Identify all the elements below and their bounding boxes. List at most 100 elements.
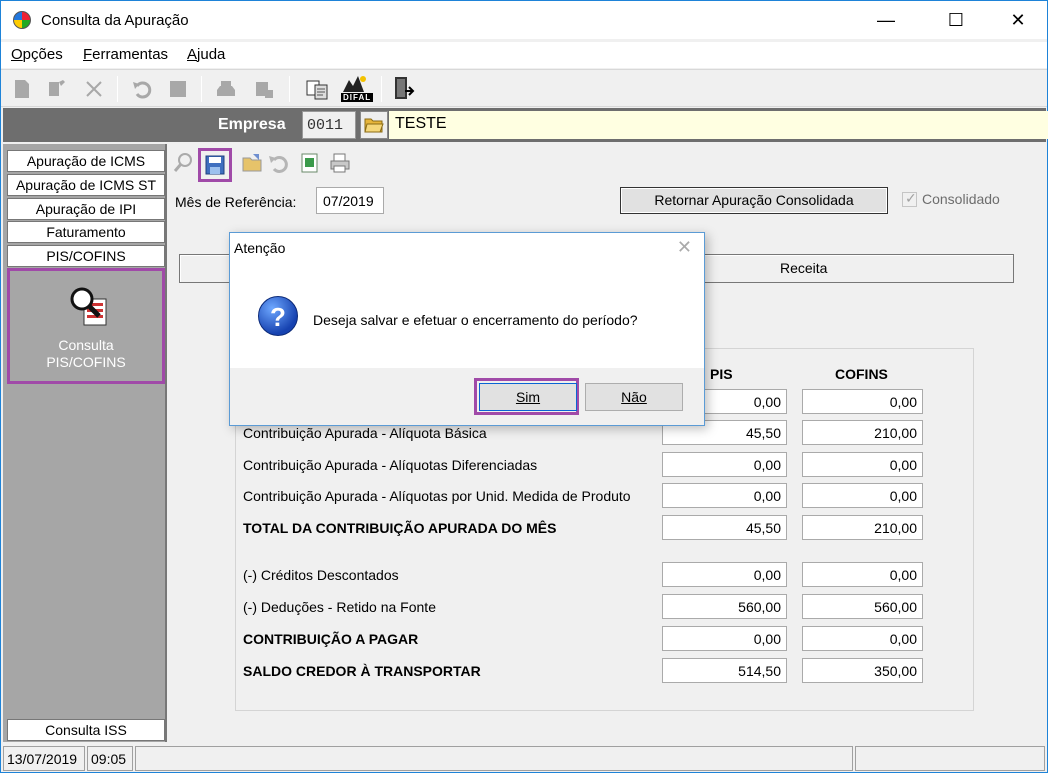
toolbar-separator — [289, 76, 290, 102]
title-bar: Consulta da Apuração — ☐ ✕ — [1, 1, 1047, 39]
dialog-no-label: Não — [621, 389, 647, 405]
toolbar-separator — [117, 76, 118, 102]
menu-opcoes[interactable]: Opções — [11, 46, 63, 63]
cofins-value-field[interactable]: 0,00 — [802, 483, 923, 508]
empresa-bar: Empresa 0011 TESTE — [3, 108, 1048, 142]
menu-ferramentas-label: erramentas — [92, 46, 169, 63]
undo-icon[interactable] — [131, 78, 153, 100]
consulta-pis-cofins-label: Consulta PIS/COFINS — [10, 337, 162, 371]
print-icon[interactable] — [215, 78, 237, 100]
consulta-label-line2: PIS/COFINS — [46, 354, 126, 370]
empresa-browse-button[interactable] — [360, 111, 388, 139]
row-label: Contribuição Apurada - Alíquotas Diferen… — [243, 457, 538, 473]
menu-opcoes-accel: O — [11, 46, 23, 63]
sidebar-tab-consulta-iss[interactable]: Consulta ISS — [7, 719, 165, 741]
row-label: (-) Deduções - Retido na Fonte — [243, 599, 436, 615]
dialog-close-icon[interactable]: ✕ — [677, 237, 692, 258]
status-message — [135, 746, 853, 771]
dialog-yes-button[interactable]: Sim — [479, 383, 577, 411]
menu-ajuda-accel: A — [187, 46, 198, 63]
folder-edit-icon[interactable] — [241, 152, 263, 174]
close-button[interactable]: ✕ — [995, 1, 1041, 39]
menu-ajuda-label: juda — [197, 46, 226, 63]
cofins-value-field[interactable]: 0,00 — [802, 626, 923, 651]
pis-value-field[interactable]: 45,50 — [662, 515, 787, 540]
printer-icon[interactable] — [329, 152, 351, 174]
cofins-value-field[interactable]: 560,00 — [802, 594, 923, 619]
menu-ajuda[interactable]: Ajuda — [187, 46, 225, 63]
empresa-name-field: TESTE — [389, 111, 1048, 139]
window-title: Consulta da Apuração — [41, 12, 189, 29]
dialog-yes-label: Sim — [515, 389, 541, 405]
menu-opcoes-label: pções — [22, 46, 63, 63]
row-label: CONTRIBUIÇÃO A PAGAR — [243, 631, 419, 647]
mes-referencia-label: Mês de Referência: — [175, 194, 297, 210]
difal-icon[interactable]: DIFAL — [339, 74, 374, 104]
consulta-pis-cofins-item[interactable]: Consulta PIS/COFINS — [7, 268, 165, 384]
status-extra — [855, 746, 1045, 771]
search-icon[interactable] — [173, 152, 195, 174]
mes-referencia-input[interactable]: 07/2019 — [316, 187, 384, 214]
pis-value-field[interactable]: 514,50 — [662, 658, 787, 683]
sidebar-tab-apuracao-icms-st[interactable]: Apuração de ICMS ST — [7, 174, 165, 196]
sidebar-tab-apuracao-icms[interactable]: Apuração de ICMS — [7, 150, 165, 172]
toolbar-separator — [381, 76, 382, 102]
difal-label: DIFAL — [341, 93, 374, 102]
report-icon[interactable] — [305, 78, 331, 100]
status-time: 09:05 — [87, 746, 133, 771]
exit-icon[interactable] — [393, 75, 417, 103]
pis-value-field[interactable]: 0,00 — [662, 452, 787, 477]
row-label: Contribuição Apurada - Alíquotas por Uni… — [243, 488, 631, 504]
row-label: (-) Créditos Descontados — [243, 567, 399, 583]
cofins-value-field[interactable]: 0,00 — [802, 562, 923, 587]
row-label: Contribuição Apurada - Alíquota Básica — [243, 425, 487, 441]
menu-bar: Opções Ferramentas Ajuda — [1, 42, 1047, 68]
cofins-value-field[interactable]: 210,00 — [802, 420, 923, 445]
empresa-label: Empresa — [218, 116, 286, 133]
magnifier-report-icon — [70, 287, 107, 326]
dialog-title-bar: Atenção ✕ — [230, 233, 704, 263]
undo-icon[interactable] — [267, 152, 289, 174]
print-preview-icon[interactable] — [253, 78, 275, 100]
minimize-button[interactable]: — — [863, 1, 909, 39]
pis-value-field[interactable]: 0,00 — [662, 483, 787, 508]
consolidado-checkbox[interactable]: ✓ — [902, 190, 917, 207]
col-header-pis: PIS — [710, 366, 733, 382]
dialog-no-button[interactable]: Não — [585, 383, 683, 411]
pis-value-field[interactable]: 0,00 — [662, 626, 787, 651]
toolbar-separator — [201, 76, 202, 102]
question-icon: ? — [258, 296, 298, 336]
export-icon[interactable] — [299, 152, 321, 174]
cofins-value-field[interactable]: 350,00 — [802, 658, 923, 683]
consulta-label-line1: Consulta — [58, 337, 114, 353]
sidebar: Apuração de ICMS Apuração de ICMS ST Apu… — [3, 144, 167, 742]
status-bar: 13/07/2019 09:05 — [3, 744, 1046, 772]
edit-icon[interactable] — [45, 78, 67, 100]
checkmark-icon: ✓ — [905, 190, 917, 206]
save-icon[interactable] — [204, 154, 226, 176]
retornar-apuracao-button[interactable]: Retornar Apuração Consolidada — [620, 187, 888, 214]
sidebar-tab-pis-cofins[interactable]: PIS/COFINS — [7, 245, 165, 267]
consolidado-label: Consolidado — [922, 191, 1000, 207]
menu-ferramentas-accel: F — [83, 46, 93, 63]
delete-icon[interactable] — [83, 78, 105, 100]
maximize-button[interactable]: ☐ — [933, 1, 979, 39]
pis-value-field[interactable]: 0,00 — [662, 562, 787, 587]
stop-icon[interactable] — [167, 78, 189, 100]
cofins-value-field[interactable]: 210,00 — [802, 515, 923, 540]
app-icon — [13, 11, 31, 29]
dialog-title: Atenção — [234, 240, 286, 256]
sidebar-tab-apuracao-ipi[interactable]: Apuração de IPI — [7, 198, 165, 220]
pis-value-field[interactable]: 560,00 — [662, 594, 787, 619]
confirm-dialog: Atenção ✕ ? Deseja salvar e efetuar o en… — [229, 232, 705, 426]
row-label: SALDO CREDOR À TRANSPORTAR — [243, 663, 481, 679]
section-receita-label: Receita — [780, 260, 828, 276]
cofins-value-field[interactable]: 0,00 — [802, 452, 923, 477]
menu-ferramentas[interactable]: Ferramentas — [83, 46, 168, 63]
empresa-code-field[interactable]: 0011 — [302, 111, 356, 139]
dialog-message: Deseja salvar e efetuar o encerramento d… — [313, 312, 638, 328]
cofins-value-field[interactable]: 0,00 — [802, 389, 923, 414]
new-icon[interactable] — [11, 78, 33, 100]
sidebar-tab-faturamento[interactable]: Faturamento — [7, 221, 165, 243]
col-header-cofins: COFINS — [835, 366, 888, 382]
